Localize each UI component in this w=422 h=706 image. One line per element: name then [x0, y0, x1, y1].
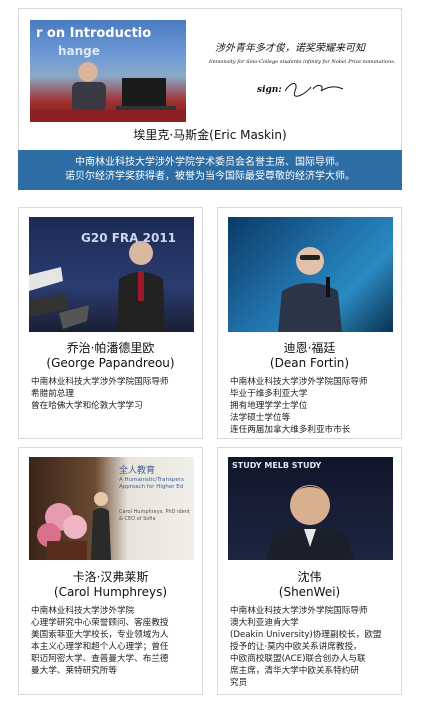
eric-maskin-photo: r on Introductio hange: [30, 20, 186, 122]
humphreys-photo: 全人教育 A Humanistic/Transpers Approach for…: [29, 457, 194, 560]
person-description: 中南林业科技大学涉外学院国际导师 毕业于维多利亚大学 拥有地理学学士学位 法学硕…: [230, 376, 368, 436]
hero-name: 埃里克·马斯金(Eric Maskin): [133, 128, 287, 142]
person-name-en: (Carol Humphreys): [53, 585, 168, 599]
sign-label: sign:: [257, 85, 282, 95]
desc-line: 中南林业科技大学涉外学院国际导师: [31, 377, 169, 387]
desc-line: (Deakin University)协理副校长，欧盟: [230, 630, 382, 640]
desc-line: 曼大学、莱特研究所等: [31, 666, 117, 676]
desc-line: 拥有地理学学士学位: [230, 401, 308, 411]
desc-line: 中南林业科技大学涉外学院国际导师: [230, 606, 368, 616]
desc-line: 希腊前总理: [31, 389, 74, 399]
desc-line: 美国索菲亚大学校长，专业领域为人: [31, 630, 169, 640]
desc-line: 毕业于维多利亚大学: [230, 389, 308, 399]
person-description: 中南林业科技大学涉外学院 心理学研究中心荣誉顾问、客座教授 美国索菲亚大学校长，…: [31, 605, 169, 677]
desc-line: 澳大利亚迪肯大学: [230, 618, 299, 628]
person-card-fortin: 迪恩·福廷 (Dean Fortin) 中南林业科技大学涉外学院国际导师 毕业于…: [217, 207, 402, 439]
shenwei-photo: STUDY MELB STUDY: [228, 457, 393, 560]
banner-line-1: 中南林业科技大学涉外学院学术委员会名誉主席、国际导师。: [75, 157, 345, 168]
desc-line: 中南林业科技大学涉外学院: [31, 606, 135, 616]
desc-line: 授予的让·莫内中欧关系讲席教授，: [230, 642, 362, 652]
hero-card: r on Introductio hange 涉外青年多才俊，诺奖荣耀来可知 I…: [18, 8, 402, 151]
fortin-photo: [228, 217, 393, 332]
person-name-en: (Dean Fortin): [269, 356, 350, 370]
info-banner: 中南林业科技大学涉外学院学术委员会名誉主席、国际导师。 诺贝尔经济学奖获得者，被…: [18, 150, 402, 190]
desc-line: 中欧商校联盟(ACE)联合创办人与联: [230, 654, 366, 664]
dedication-text: Immensity for Sino-College students infi…: [209, 59, 396, 65]
desc-line: 曾在哈佛大学和伦敦大学学习: [31, 401, 143, 411]
person-card-shenwei: STUDY MELB STUDY 沈伟 (ShenWei) 中南林业科技大学涉外…: [217, 447, 402, 695]
person-name-en: (George Papandreou): [46, 356, 175, 370]
desc-line: 席主席，清华大学中欧关系特约研: [230, 666, 359, 676]
person-description: 中南林业科技大学涉外学院国际导师 澳大利亚迪肯大学 (Deakin Univer…: [230, 605, 382, 689]
desc-line: 心理学研究中心荣誉顾问、客座教授: [31, 618, 169, 628]
desc-line: 中南林业科技大学涉外学院国际导师: [230, 377, 368, 387]
handwritten-quote: 涉外青年多才俊，诺奖荣耀来可知: [215, 43, 365, 54]
person-name-cn: 卡洛·汉弗莱斯: [72, 570, 149, 584]
speaker-illustration: [266, 485, 354, 560]
person-name-cn: 沈伟: [297, 570, 322, 584]
person-description: 中南林业科技大学涉外学院国际导师 希腊前总理 曾在哈佛大学和伦敦大学学习: [31, 376, 169, 412]
desc-line: 法学硕士学位等: [230, 413, 291, 423]
desc-line: 连任两届加拿大维多利亚市市长: [230, 425, 351, 435]
desc-line: 究员: [230, 678, 248, 688]
person-name-cn: 乔治·帕潘德里欧: [66, 341, 155, 355]
banner-line-2: 诺贝尔经济学奖获得者，被誉为当今国际最受尊敬的经济学大师。: [65, 171, 355, 182]
person-name-en: (ShenWei): [278, 585, 341, 599]
speaker-illustration: [29, 241, 165, 332]
desc-line: 职迈阿密大学、查普曼大学、布兰德: [31, 654, 169, 664]
signature-icon: [284, 83, 344, 97]
person-card-papandreou: G20 FRA 2011 乔治·帕潘德里欧 (George Papandreou…: [18, 207, 203, 439]
speaker-illustration: [30, 62, 186, 122]
speaker-illustration: [278, 247, 342, 332]
speaker-illustration: [37, 492, 111, 560]
person-card-humphreys: 全人教育 A Humanistic/Transpers Approach for…: [18, 447, 203, 695]
person-name-cn: 迪恩·福廷: [283, 341, 336, 355]
desc-line: 本主义心理学和超个人心理学；曾任: [31, 642, 169, 652]
papandreou-photo: G20 FRA 2011: [29, 217, 194, 332]
